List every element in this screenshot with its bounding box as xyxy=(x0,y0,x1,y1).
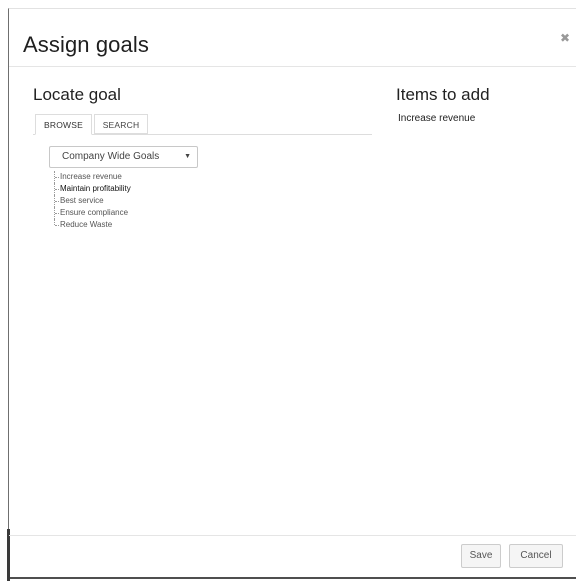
cancel-button[interactable]: Cancel xyxy=(509,544,563,568)
tree-item-maintain-profitability[interactable]: Maintain profitability xyxy=(54,183,131,195)
goal-tree: Increase revenue Maintain profitability … xyxy=(54,171,131,231)
list-item[interactable]: Increase revenue xyxy=(398,112,475,125)
tree-item-ensure-compliance[interactable]: Ensure compliance xyxy=(54,207,131,219)
tab-search[interactable]: SEARCH xyxy=(94,114,148,134)
save-button[interactable]: Save xyxy=(461,544,501,568)
items-to-add-heading: Items to add xyxy=(396,85,490,104)
close-icon[interactable]: ✖ xyxy=(560,32,570,44)
tab-browse[interactable]: BROWSE xyxy=(35,114,92,135)
dialog-footer-divider xyxy=(9,535,576,536)
tree-item-best-service[interactable]: Best service xyxy=(54,195,131,207)
tree-item-increase-revenue[interactable]: Increase revenue xyxy=(54,171,131,183)
goal-set-selected-value: Company Wide Goals xyxy=(62,151,160,162)
locate-goal-heading: Locate goal xyxy=(33,85,121,104)
dialog-title: Assign goals xyxy=(23,32,149,57)
dialog-header: Assign goals ✖ xyxy=(9,9,576,67)
items-to-add-list: Increase revenue xyxy=(398,112,475,125)
goal-set-select[interactable]: Company Wide Goals ▼ xyxy=(49,146,198,168)
chevron-down-icon: ▼ xyxy=(184,153,191,160)
assign-goals-dialog: Assign goals ✖ Locate goal BROWSE SEARCH… xyxy=(7,8,576,581)
tree-item-reduce-waste[interactable]: Reduce Waste xyxy=(54,219,131,231)
